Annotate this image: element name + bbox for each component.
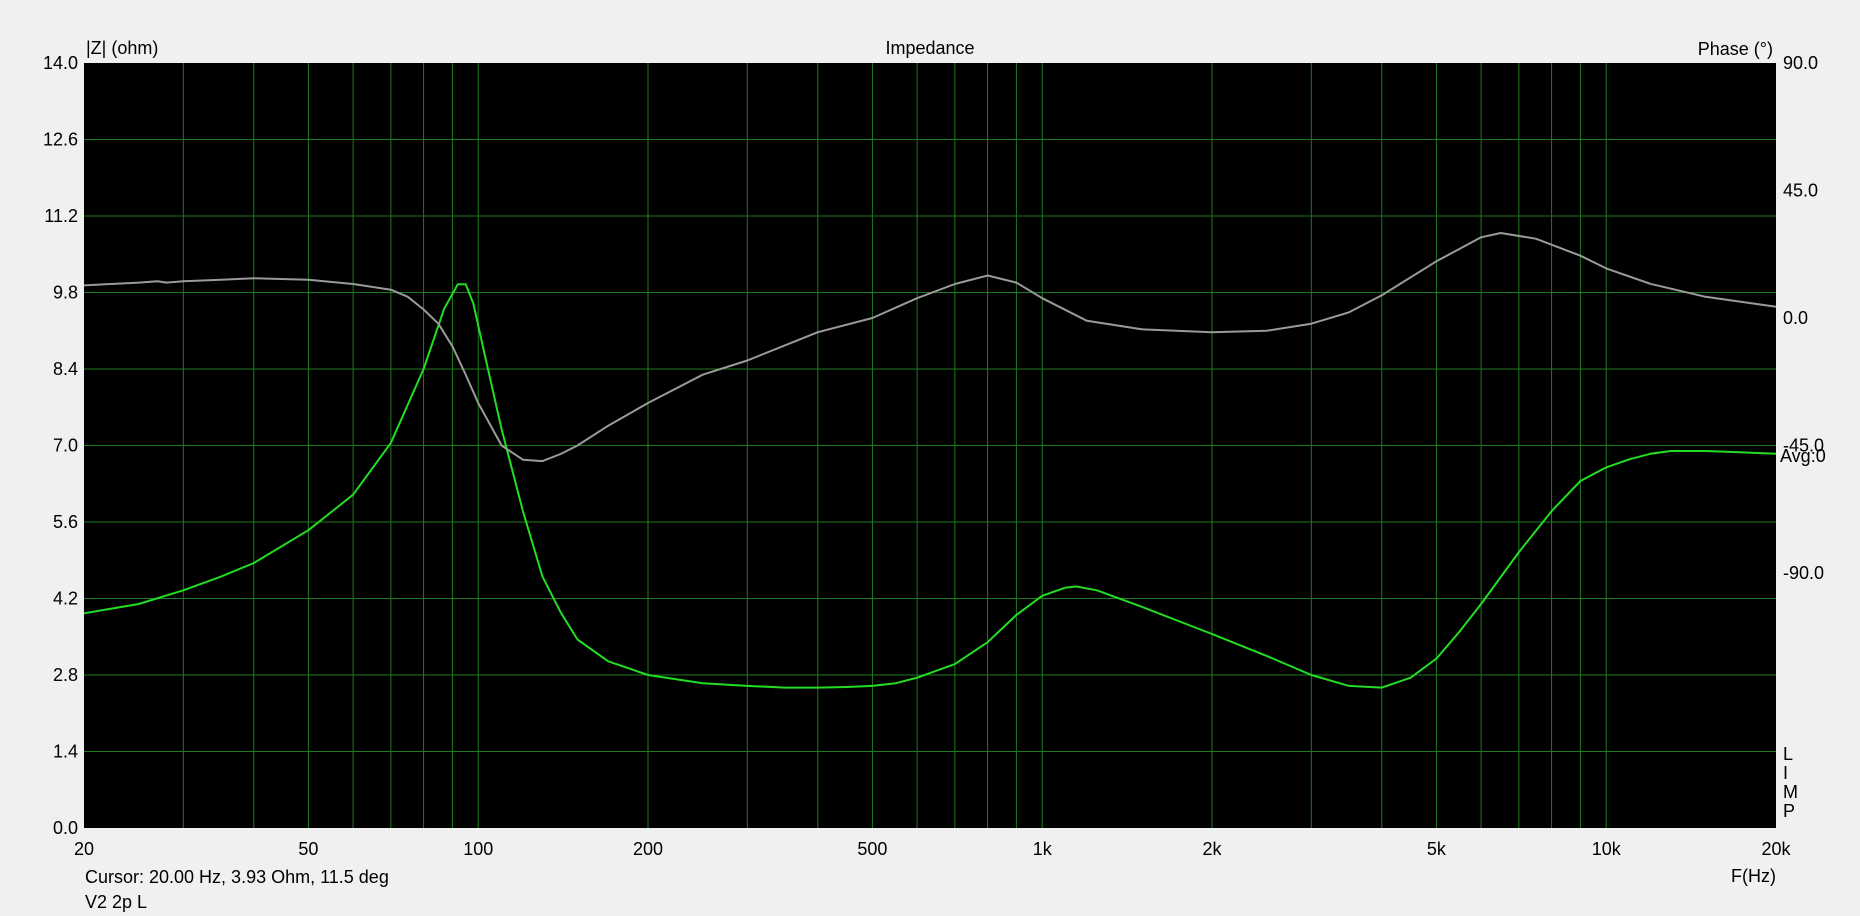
y-tick-label: 8.4 [53,359,78,379]
x-tick-label: 10k [1592,839,1622,859]
lim-marker-letter: I [1783,763,1788,783]
y-tick-label: 2.8 [53,665,78,685]
trace-name: V2 2p L [85,892,147,912]
x-tick-label: 20 [74,839,94,859]
y-tick-label: 14.0 [43,53,78,73]
y-tick-label: 7.0 [53,436,78,456]
y-tick-label: 11.2 [44,206,78,226]
y2-tick-label: 0.0 [1783,308,1808,328]
lim-marker-letter: L [1783,744,1793,764]
y-tick-label: 9.8 [53,283,78,303]
y-tick-label: 12.6 [43,130,78,150]
x-tick-label: 100 [463,839,493,859]
y-tick-label: 1.4 [53,742,78,762]
impedance-chart: 0.0 1.4 2.8 4.2 5.6 7.0 8.4 9.8 11.2 12.6 14.0 90.0… [43,38,1826,912]
x-tick-label: 500 [857,839,887,859]
y-tick-label: 4.2 [53,589,78,609]
y2-tick-label: 90.0 [1783,53,1818,73]
y2-axis-label: Phase (°) [1698,39,1773,59]
lim-marker-letter: P [1783,801,1795,821]
x-tick-label: 20k [1761,839,1791,859]
y-tick-label: 5.6 [53,512,78,532]
x-tick-label: 1k [1033,839,1053,859]
x-tick-label: 2k [1202,839,1222,859]
lim-marker-letter: M [1783,782,1798,802]
x-tick-label: 200 [633,839,663,859]
y-axis-label: |Z| (ohm) [86,38,158,58]
x-axis-label: F(Hz) [1731,866,1776,886]
x-tick-label: 50 [298,839,318,859]
y-tick-label: 0.0 [53,818,78,838]
x-tick-label: 5k [1427,839,1447,859]
y2-tick-label: 45.0 [1783,181,1818,201]
chart-title: Impedance [885,38,974,58]
cursor-readout: Cursor: 20.00 Hz, 3.93 Ohm, 11.5 deg [85,867,389,887]
y2-tick-label: -90.0 [1783,563,1824,583]
avg-label: Avg:0 [1780,446,1826,466]
